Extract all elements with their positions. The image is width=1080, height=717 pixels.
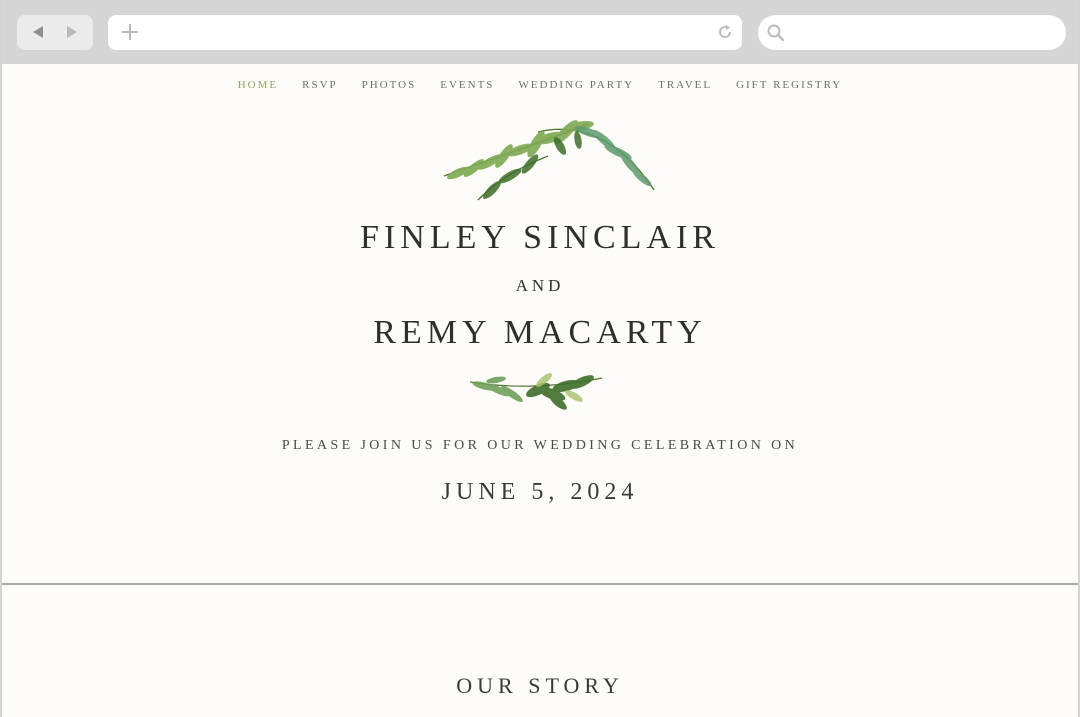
leaf-sprig-icon	[469, 373, 603, 410]
browser-toolbar	[2, 0, 1078, 64]
reload-icon[interactable]	[716, 23, 734, 41]
nav-travel[interactable]: TRAVEL	[646, 79, 724, 91]
plus-icon[interactable]	[122, 24, 138, 40]
and-connector: AND	[515, 276, 565, 295]
partner-two-name: REMY MACARTY	[373, 314, 707, 351]
back-arrow-icon[interactable]	[33, 26, 43, 38]
nav-events[interactable]: EVENTS	[428, 79, 506, 91]
wedding-date: JUNE 5, 2024	[441, 479, 639, 505]
nav-home[interactable]: HOME	[226, 79, 290, 91]
partner-one-name: FINLEY SINCLAIR	[360, 219, 720, 256]
nav-buttons	[17, 15, 93, 50]
nav-rsvp[interactable]: RSVP	[290, 79, 350, 91]
search-input[interactable]	[758, 15, 1066, 50]
nav-gift-registry[interactable]: GIFT REGISTRY	[724, 79, 854, 91]
leaf-garland-icon	[443, 120, 655, 201]
invitation-text: PLEASE JOIN US FOR OUR WEDDING CELEBRATI…	[281, 438, 799, 453]
nav-photos[interactable]: PHOTOS	[350, 79, 429, 91]
our-story-heading: OUR STORY	[456, 673, 624, 698]
address-bar[interactable]	[108, 15, 742, 50]
search-icon	[767, 24, 785, 42]
forward-arrow-icon[interactable]	[67, 26, 77, 38]
section-divider	[2, 583, 1078, 585]
browser-window: HOME RSVP PHOTOS EVENTS WEDDING PARTY TR…	[0, 0, 1080, 717]
nav-wedding-party[interactable]: WEDDING PARTY	[506, 79, 646, 91]
site-navigation: HOME RSVP PHOTOS EVENTS WEDDING PARTY TR…	[2, 79, 1078, 91]
